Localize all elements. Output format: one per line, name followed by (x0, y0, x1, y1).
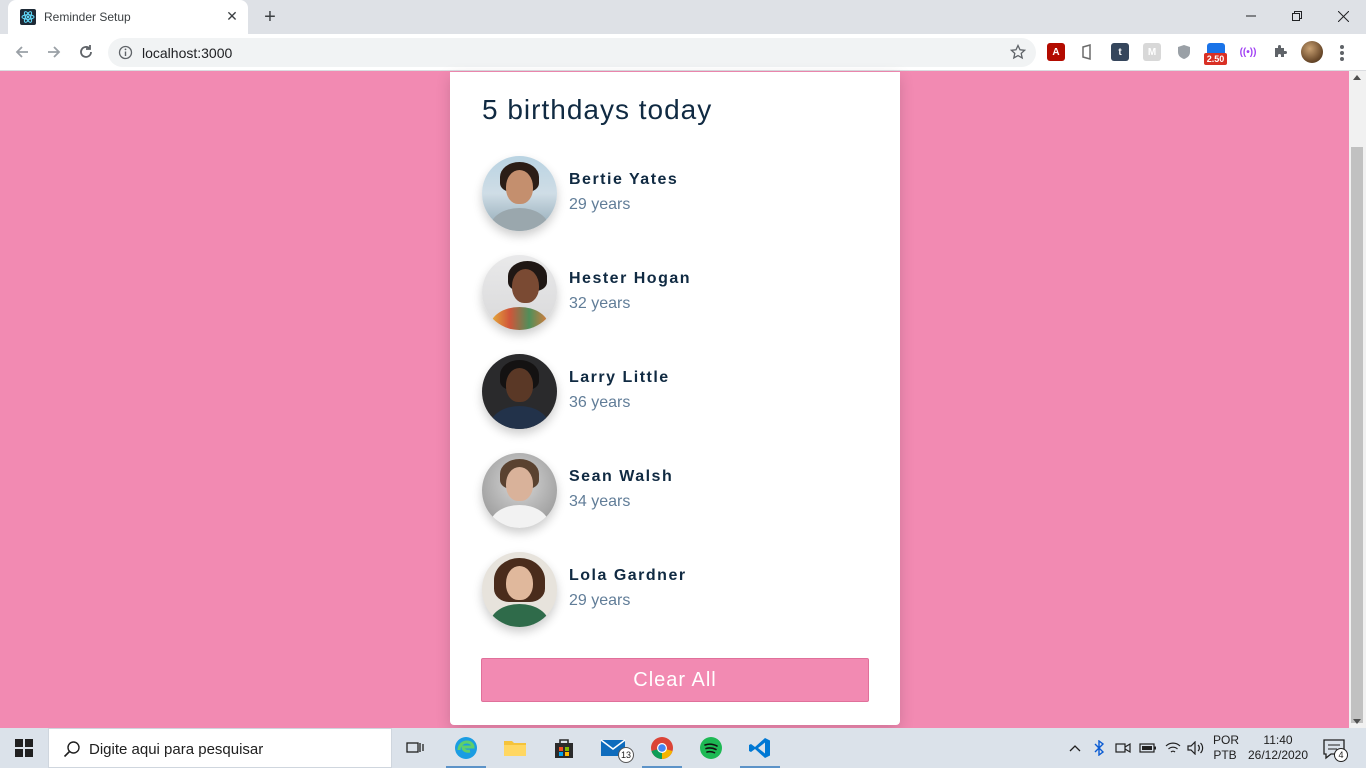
tab-title: Reminder Setup (44, 10, 131, 24)
scroll-thumb[interactable] (1351, 147, 1363, 723)
avatar (482, 552, 557, 627)
bookmark-star-icon[interactable] (1010, 44, 1026, 60)
puzzle-extensions-icon[interactable] (1271, 43, 1289, 61)
close-window-icon[interactable] (1320, 0, 1366, 32)
mail-count-badge: 13 (618, 747, 634, 763)
avatar (482, 453, 557, 528)
pdf-extension-icon[interactable]: A (1047, 43, 1065, 61)
task-view-icon[interactable] (392, 728, 440, 768)
notification-count-badge: 4 (1334, 748, 1348, 762)
tab-strip: Reminder Setup ✕ + (0, 0, 1366, 34)
person-age: 34 years (569, 493, 631, 510)
browser-tab[interactable]: Reminder Setup ✕ (8, 0, 248, 34)
person-age: 36 years (569, 394, 631, 411)
m-extension-icon[interactable]: M (1143, 43, 1161, 61)
meet-now-icon[interactable] (1112, 728, 1134, 768)
clear-all-button[interactable]: Clear All (481, 658, 869, 702)
scroll-down-icon[interactable] (1353, 719, 1361, 724)
tab-close-icon[interactable]: ✕ (224, 8, 240, 24)
scroll-up-icon[interactable] (1353, 75, 1361, 80)
store-icon[interactable] (540, 728, 588, 768)
profile-avatar[interactable] (1301, 41, 1323, 63)
browser-menu-icon[interactable] (1338, 44, 1346, 62)
input-language[interactable]: POR PTB (1213, 733, 1240, 763)
edge-icon[interactable] (442, 728, 490, 768)
minimize-icon[interactable] (1228, 0, 1274, 32)
search-placeholder: Digite aqui para pesquisar (89, 741, 264, 758)
clock-date: 26/12/2020 (1247, 748, 1309, 762)
person-name: Sean Walsh (569, 468, 674, 485)
battery-icon[interactable] (1137, 728, 1159, 768)
person-age: 32 years (569, 295, 631, 312)
react-logo-icon (20, 9, 36, 25)
clock-time: 11:40 (1263, 733, 1293, 747)
language-code: POR (1213, 733, 1240, 747)
person-item: Hester Hogan 32 years (482, 255, 862, 330)
reload-icon[interactable] (74, 40, 98, 64)
back-arrow-icon[interactable] (10, 40, 34, 64)
person-name: Lola Gardner (569, 567, 687, 584)
tray-chevron-icon[interactable] (1064, 728, 1086, 768)
new-tab-button[interactable]: + (259, 6, 281, 28)
browser-toolbar: localhost:3000 A t M ((•)) (0, 34, 1366, 71)
person-item: Bertie Yates 29 years (482, 156, 862, 231)
taskbar: Digite aqui para pesquisar POR PTB 11:40… (0, 728, 1366, 768)
extension-badge: 2.50 (1204, 53, 1227, 65)
person-name: Bertie Yates (569, 171, 679, 188)
avatar (482, 255, 557, 330)
person-item: Lola Gardner 29 years (482, 552, 862, 627)
office-extension-icon[interactable] (1079, 43, 1097, 61)
avatar (482, 354, 557, 429)
wifi-icon[interactable] (1162, 728, 1184, 768)
person-age: 29 years (569, 196, 631, 213)
restore-icon[interactable] (1274, 0, 1320, 32)
spotify-icon[interactable] (687, 728, 735, 768)
page-scrollbar[interactable] (1349, 71, 1366, 728)
keyboard-layout: PTB (1213, 748, 1237, 762)
person-name: Larry Little (569, 369, 670, 386)
bluetooth-icon[interactable] (1089, 728, 1109, 768)
volume-icon[interactable] (1185, 728, 1207, 768)
taskbar-search[interactable]: Digite aqui para pesquisar (48, 728, 392, 768)
clock[interactable]: 11:40 26/12/2020 (1246, 733, 1310, 763)
shield-extension-icon[interactable] (1175, 43, 1193, 61)
avatar (482, 156, 557, 231)
vscode-icon[interactable] (736, 728, 784, 768)
person-age: 29 years (569, 592, 631, 609)
windows-start-icon[interactable] (0, 728, 48, 768)
person-item: Larry Little 36 years (482, 354, 862, 429)
chrome-icon[interactable] (638, 728, 686, 768)
birthday-card: 5 birthdays today Bertie Yates 29 years … (450, 72, 900, 725)
file-explorer-icon[interactable] (491, 728, 539, 768)
tumblr-extension-icon[interactable]: t (1111, 43, 1129, 61)
url-text: localhost:3000 (142, 45, 233, 61)
search-icon (63, 741, 80, 758)
forward-arrow-icon[interactable] (42, 40, 66, 64)
broadcast-extension-icon[interactable]: ((•)) (1239, 43, 1257, 61)
address-bar[interactable]: localhost:3000 (108, 38, 1036, 67)
person-item: Sean Walsh 34 years (482, 453, 862, 528)
person-name: Hester Hogan (569, 270, 692, 287)
page-title: 5 birthdays today (482, 94, 713, 125)
site-info-icon[interactable] (118, 45, 133, 60)
